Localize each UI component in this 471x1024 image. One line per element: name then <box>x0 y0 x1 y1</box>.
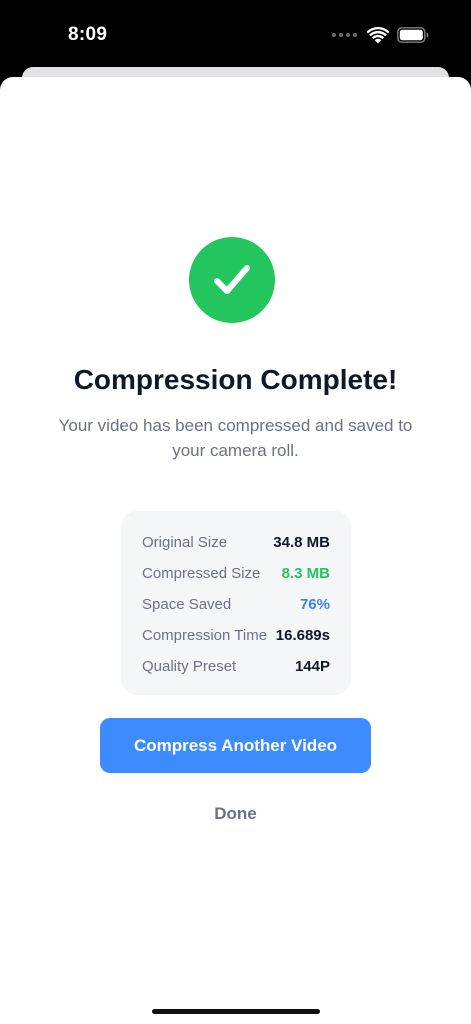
stat-label: Space Saved <box>142 596 232 613</box>
home-indicator[interactable] <box>152 1009 320 1014</box>
compression-result-sheet: Compression Complete! Your video has bee… <box>0 77 471 1024</box>
stat-label: Quality Preset <box>142 658 237 675</box>
compress-another-video-button[interactable]: Compress Another Video <box>100 718 371 773</box>
stats-card: Original Size 34.8 MB Compressed Size 8.… <box>121 511 351 695</box>
result-title: Compression Complete! <box>73 364 398 395</box>
done-button[interactable]: Done <box>185 799 286 829</box>
stat-value: 76% <box>299 596 330 613</box>
stat-row-compressed-size: Compressed Size 8.3 MB <box>142 558 330 589</box>
stat-label: Original Size <box>142 534 228 551</box>
checkmark-circle-icon <box>189 237 275 323</box>
status-indicators <box>332 26 429 44</box>
stat-value: 144P <box>294 658 330 675</box>
stat-row-compression-time: Compression Time 16.689s <box>142 620 330 651</box>
status-bar: 8:09 <box>0 0 471 70</box>
stat-row-original-size: Original Size 34.8 MB <box>142 527 330 558</box>
status-time: 8:09 <box>68 24 108 45</box>
wifi-icon <box>367 26 389 43</box>
stat-label: Compression Time <box>142 627 268 644</box>
stat-value: 34.8 MB <box>273 534 330 551</box>
cellular-signal-icon <box>332 33 357 37</box>
screen: 8:09 Compression Complete! Your video ha… <box>0 0 471 1024</box>
stat-label: Compressed Size <box>142 565 261 582</box>
stat-value: 16.689s <box>275 627 330 644</box>
stat-row-quality-preset: Quality Preset 144P <box>142 651 330 682</box>
checkmark-icon <box>214 265 250 294</box>
result-subtitle: Your video has been compressed and saved… <box>58 416 413 460</box>
stat-row-space-saved: Space Saved 76% <box>142 589 330 620</box>
stat-value: 8.3 MB <box>281 565 330 582</box>
battery-icon <box>397 27 429 43</box>
